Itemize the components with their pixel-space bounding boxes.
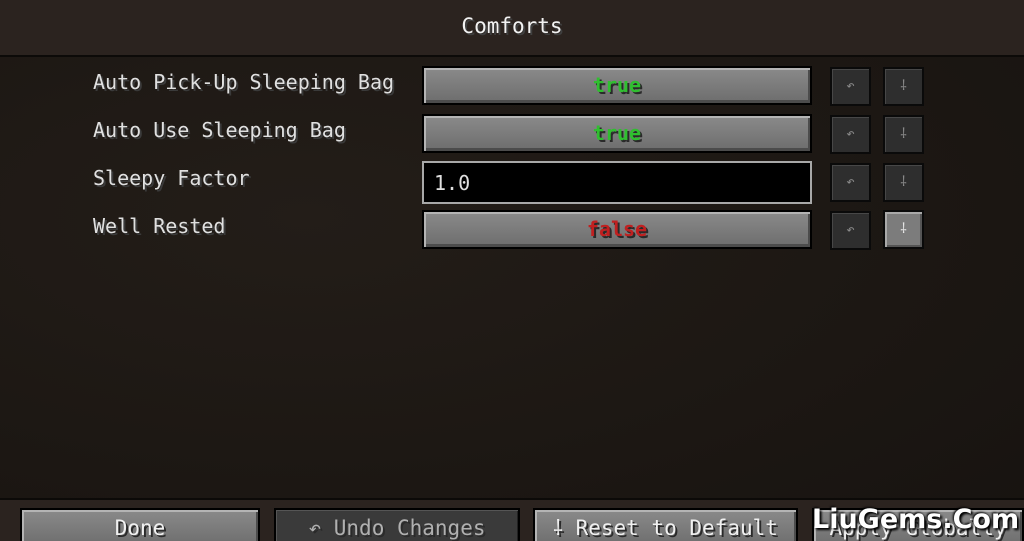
reset-default-icon: ⸸ (900, 126, 907, 142)
toggle-value: true (592, 121, 642, 145)
header-bar: Comforts (0, 0, 1024, 57)
toggle-auto-use[interactable]: true (422, 114, 812, 153)
reset-to-default-button[interactable]: ⸸ Reset to Default (533, 508, 798, 541)
setting-label-auto-pickup: Auto Pick-Up Sleeping Bag (93, 70, 395, 94)
reset-button-sleepy-factor[interactable]: ⸸ (883, 163, 924, 202)
setting-label-sleepy-factor: Sleepy Factor (93, 166, 250, 190)
undo-arrow-icon: ↶ (846, 222, 855, 238)
reset-default-icon: ⸸ (900, 78, 907, 94)
undo-button-auto-pickup[interactable]: ↶ (830, 67, 871, 106)
toggle-well-rested[interactable]: false (422, 210, 812, 249)
toggle-value: false (586, 217, 648, 241)
screen-title: Comforts (461, 14, 563, 38)
setting-label-auto-use: Auto Use Sleeping Bag (93, 118, 346, 142)
undo-changes-button[interactable]: ↶ Undo Changes (274, 508, 520, 541)
setting-label-well-rested: Well Rested (93, 214, 226, 238)
reset-default-icon: ⸸ (900, 174, 907, 190)
sleepy-factor-input[interactable] (422, 161, 812, 204)
undo-arrow-icon: ↶ (846, 174, 855, 190)
reset-button-auto-pickup[interactable]: ⸸ (883, 67, 924, 106)
undo-arrow-icon: ↶ (846, 126, 855, 142)
watermark-text: LiuGems.Com (812, 504, 1020, 535)
undo-arrow-icon: ↶ (846, 78, 855, 94)
undo-button-sleepy-factor[interactable]: ↶ (830, 163, 871, 202)
config-screen: Comforts Auto Pick-Up Sleeping Bag true … (0, 0, 1024, 541)
undo-button-auto-use[interactable]: ↶ (830, 115, 871, 154)
toggle-value: true (592, 73, 642, 97)
reset-button-well-rested[interactable]: ⸸ (883, 210, 924, 249)
reset-button-auto-use[interactable]: ⸸ (883, 115, 924, 154)
done-button[interactable]: Done (20, 508, 260, 541)
reset-default-icon: ⸸ (900, 221, 907, 237)
undo-button-well-rested[interactable]: ↶ (830, 211, 871, 250)
toggle-auto-pickup[interactable]: true (422, 66, 812, 105)
